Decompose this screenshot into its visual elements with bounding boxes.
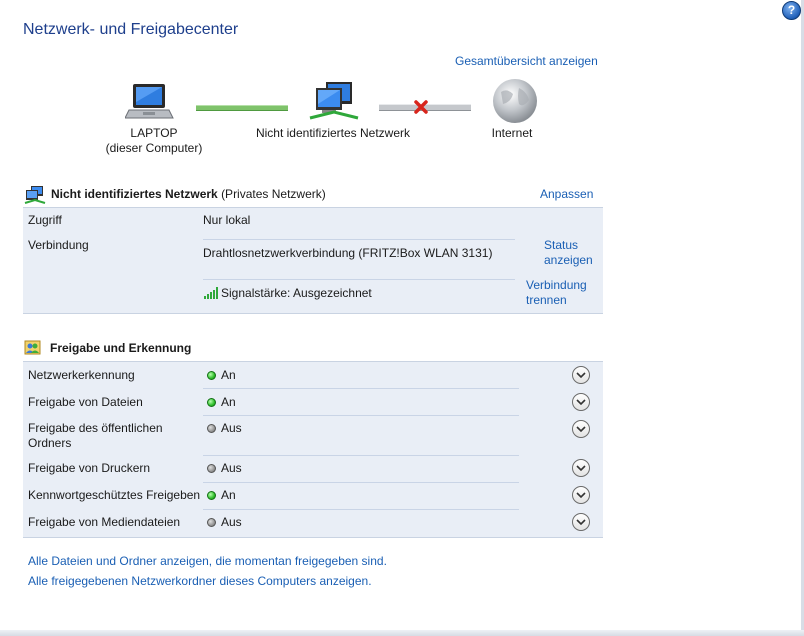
expand-chevron-button[interactable] (572, 513, 590, 531)
access-value: Nur lokal (203, 213, 251, 227)
divider (203, 279, 515, 280)
expand-chevron-button[interactable] (572, 459, 590, 477)
customize-link[interactable]: Anpassen (540, 187, 593, 201)
divider (203, 239, 515, 240)
sharing-row-label: Netzwerkerkennung (28, 368, 135, 382)
divider (203, 415, 519, 416)
status-dot-icon (207, 424, 216, 433)
sharing-row-label: Kennwortgeschütztes Freigeben (28, 488, 201, 502)
chevron-down-icon (576, 426, 586, 433)
sharing-row-label: Freigabe von Mediendateien (28, 515, 181, 529)
page-title: Netzwerk- und Freigabecenter (23, 21, 239, 38)
sharing-row-label: Freigabe von Dateien (28, 395, 143, 409)
expand-chevron-button[interactable] (572, 393, 590, 411)
expand-chevron-button[interactable] (572, 366, 590, 384)
connection-error-icon (414, 100, 428, 114)
chevron-down-icon (576, 465, 586, 472)
signal-strength-text: Signalstärke: Ausgezeichnet (221, 286, 372, 300)
internet-label: Internet (491, 126, 533, 140)
status-dot-icon (207, 464, 216, 473)
chevron-down-icon (576, 372, 586, 379)
sharing-section-heading: Freigabe und Erkennung (50, 341, 192, 355)
divider (203, 455, 519, 456)
chevron-down-icon (576, 492, 586, 499)
sharing-icon (24, 340, 41, 355)
sharing-status: Aus (221, 461, 242, 475)
network-icon[interactable] (308, 80, 360, 122)
expand-chevron-button[interactable] (572, 486, 590, 504)
network-type: (Privates Netzwerk) (221, 187, 326, 201)
divider (203, 482, 519, 483)
internet-globe-icon[interactable] (491, 78, 541, 126)
window-bottom-border (0, 630, 804, 636)
network-section-heading: Nicht identifiziertes Netzwerk (Privates… (51, 187, 326, 201)
status-dot-icon (207, 491, 216, 500)
divider (203, 388, 519, 389)
disconnect-link[interactable]: Verbindung trennen (526, 278, 587, 308)
help-button[interactable]: ? (782, 1, 801, 20)
status-dot-icon (207, 518, 216, 527)
sharing-status: An (221, 368, 236, 382)
view-status-link[interactable]: Status anzeigen (544, 238, 593, 268)
network-name: Nicht identifiziertes Netzwerk (51, 187, 218, 201)
show-shared-folders-link[interactable]: Alle freigegebenen Netzwerkordner dieses… (28, 574, 372, 588)
network-label: Nicht identifiziertes Netzwerk (255, 126, 411, 140)
show-shared-files-link[interactable]: Alle Dateien und Ordner anzeigen, die mo… (28, 554, 387, 568)
connection-label: Verbindung (28, 238, 89, 252)
signal-strength-icon (204, 287, 218, 299)
sharing-status: Aus (221, 515, 242, 529)
chevron-down-icon (576, 519, 586, 526)
sharing-status: Aus (221, 421, 242, 435)
network-small-icon (24, 186, 46, 204)
divider (203, 509, 519, 510)
sharing-row-label: Freigabe von Druckern (28, 461, 151, 475)
sharing-row-label: Freigabe des öffentlichen Ordners (28, 421, 163, 450)
sharing-status: An (221, 488, 236, 502)
connection-value[interactable]: Drahtlosnetzwerkverbindung (FRITZ!Box WL… (203, 246, 492, 260)
sharing-status: An (221, 395, 236, 409)
computer-network-link-line (196, 105, 288, 111)
laptop-icon (125, 84, 174, 119)
expand-chevron-button[interactable] (572, 420, 590, 438)
status-dot-icon (207, 371, 216, 380)
full-map-link[interactable]: Gesamtübersicht anzeigen (455, 54, 598, 68)
chevron-down-icon (576, 399, 586, 406)
access-label: Zugriff (28, 213, 62, 227)
status-dot-icon (207, 398, 216, 407)
computer-label: LAPTOP (dieser Computer) (105, 126, 203, 155)
